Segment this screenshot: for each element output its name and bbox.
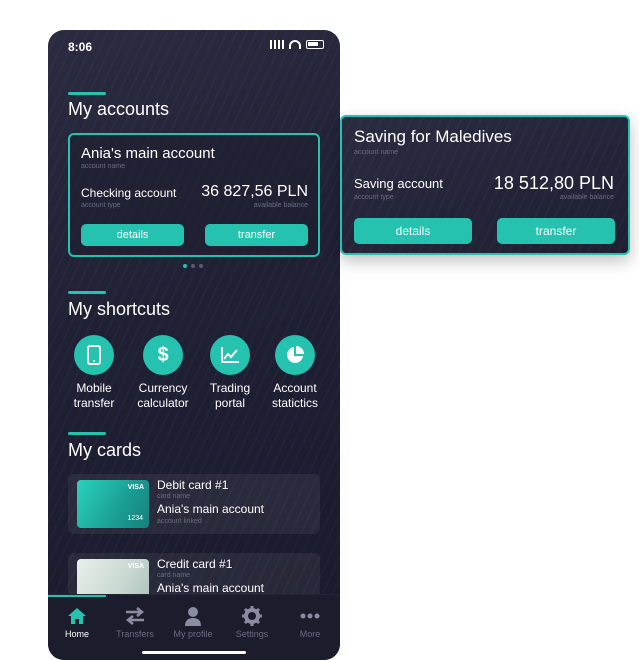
- tab-more[interactable]: More: [281, 605, 339, 639]
- wifi-icon: [289, 40, 301, 49]
- section-title-accounts: My accounts: [68, 99, 170, 119]
- pie-chart-icon: [275, 335, 315, 375]
- card-account: Ania's main account: [157, 581, 265, 595]
- tab-label: Settings: [235, 629, 269, 639]
- carousel-dots[interactable]: [183, 264, 203, 268]
- shortcut-account-statistics[interactable]: Account statictics: [263, 335, 327, 411]
- account-card-savings[interactable]: Saving for Maledives account name Saving…: [340, 115, 630, 255]
- shortcut-trading-portal[interactable]: Trading portal: [198, 335, 262, 411]
- account-card-main[interactable]: Ania's main account account name Checkin…: [68, 133, 320, 257]
- phone-screen: 8:06 My accounts Ania's main account acc…: [48, 30, 340, 660]
- carousel-dot-3[interactable]: [199, 264, 203, 268]
- shortcut-label-line1: Mobile: [76, 381, 112, 395]
- shortcut-label-line2: statictics: [271, 396, 318, 410]
- signal-icon: [270, 40, 284, 49]
- carousel-dot-1[interactable]: [183, 264, 187, 268]
- status-time: 8:06: [68, 40, 93, 54]
- card-account-caption: account linked: [157, 518, 202, 525]
- account-type: Checking account: [81, 186, 177, 200]
- shortcut-label-line2: transfer: [73, 396, 115, 410]
- transfer-button[interactable]: transfer: [205, 224, 308, 246]
- phone-icon: [74, 335, 114, 375]
- section-rule-accounts: [68, 92, 106, 95]
- tab-transfers[interactable]: Transfers: [106, 605, 164, 639]
- shortcut-label-line1: Account: [273, 381, 317, 395]
- home-icon: [48, 605, 106, 627]
- account-type-caption: account type: [354, 194, 394, 201]
- account-name: Saving for Maledives: [354, 127, 512, 146]
- account-type: Saving account: [354, 176, 443, 191]
- user-icon: [164, 605, 222, 627]
- tab-label: My profile: [173, 629, 213, 639]
- tab-label: Home: [64, 629, 89, 639]
- details-button[interactable]: details: [354, 218, 472, 244]
- more-dots-icon: [281, 605, 339, 627]
- card-title-caption: card name: [157, 572, 191, 579]
- visa-logo: VISA: [127, 563, 144, 570]
- card-number: 1234: [127, 515, 143, 522]
- card-row-debit[interactable]: VISA 1234 Debit card #1 card name Ania's…: [68, 474, 320, 534]
- carousel-dot-2[interactable]: [191, 264, 195, 268]
- section-title-shortcuts: My shortcuts: [68, 299, 171, 319]
- tab-bar: Home Transfers My profile Settings More: [48, 594, 340, 660]
- account-balance-caption: available balance: [559, 194, 614, 201]
- transfer-button[interactable]: transfer: [497, 218, 615, 244]
- details-button[interactable]: details: [81, 224, 184, 246]
- chart-icon: [210, 335, 250, 375]
- battery-icon: [306, 40, 324, 49]
- tab-home[interactable]: Home: [48, 595, 106, 639]
- section-rule-cards: [68, 432, 106, 435]
- transfer-arrows-icon: [106, 605, 164, 627]
- section-rule-shortcuts: [68, 291, 106, 294]
- debit-card-image: VISA 1234: [77, 480, 149, 528]
- card-title-caption: card name: [157, 493, 191, 500]
- account-name: Ania's main account: [81, 145, 215, 162]
- shortcut-label-line1: Currency: [138, 381, 188, 395]
- tab-my-profile[interactable]: My profile: [164, 605, 222, 639]
- gear-icon: [223, 605, 281, 627]
- account-name-caption: account name: [354, 149, 398, 156]
- shortcut-mobile-transfer[interactable]: Mobile transfer: [62, 335, 126, 411]
- account-name-caption: account name: [81, 163, 125, 170]
- card-title: Credit card #1: [157, 557, 233, 571]
- tab-settings[interactable]: Settings: [223, 605, 281, 639]
- section-title-cards: My cards: [68, 440, 142, 460]
- tab-active-indicator: [48, 595, 106, 597]
- tab-label: Transfers: [116, 629, 154, 639]
- shortcut-label-line2: calculator: [137, 396, 189, 410]
- status-bar: 8:06: [48, 30, 340, 64]
- account-type-caption: account type: [81, 202, 121, 209]
- card-account: Ania's main account: [157, 502, 265, 516]
- account-balance: 18 512,80 PLN: [493, 173, 614, 193]
- shortcut-label-line2: portal: [214, 396, 246, 410]
- shortcut-label-line1: Trading: [209, 381, 251, 395]
- card-title: Debit card #1: [157, 478, 229, 492]
- home-indicator: [142, 651, 246, 654]
- dollar-icon: $: [143, 335, 183, 375]
- account-balance: 36 827,56 PLN: [201, 183, 308, 200]
- status-icons: [270, 40, 324, 49]
- account-balance-caption: available balance: [253, 202, 308, 209]
- shortcut-currency-calculator[interactable]: $ Currency calculator: [131, 335, 195, 411]
- tab-label: More: [299, 629, 321, 639]
- visa-logo: VISA: [127, 484, 144, 491]
